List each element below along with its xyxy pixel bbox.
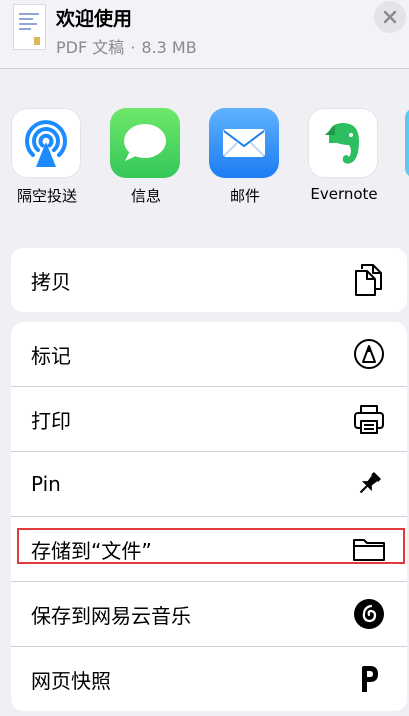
action-group-copy: 拷贝 — [11, 248, 407, 312]
pinterest-p-icon — [351, 661, 387, 697]
file-type: PDF 文稿 — [56, 38, 125, 57]
printer-icon — [351, 401, 387, 437]
close-button[interactable] — [374, 1, 406, 33]
action-pin[interactable]: Pin — [11, 451, 407, 516]
action-web-snapshot[interactable]: 网页快照 — [11, 646, 407, 711]
folder-icon — [351, 531, 387, 567]
app-messages[interactable]: 信息 — [110, 108, 182, 206]
pin-icon — [351, 466, 387, 502]
action-markup[interactable]: 标记 — [11, 322, 407, 386]
action-save-to-netease-music[interactable]: 保存到网易云音乐 — [11, 581, 407, 646]
action-label: Pin — [31, 472, 61, 496]
header-divider — [0, 68, 409, 69]
action-group-main: 标记 打印 Pin 存储到“文件” 保存到网易云音乐 网页快照 — [11, 322, 407, 711]
document-thumbnail — [13, 4, 46, 50]
action-label: 网页快照 — [31, 668, 111, 693]
action-copy[interactable]: 拷贝 — [11, 248, 407, 312]
app-evernote[interactable]: Evernote — [308, 108, 380, 203]
markup-icon — [351, 336, 387, 372]
document-subtitle: PDF 文稿 · 8.3 MB — [56, 34, 197, 58]
action-label: 保存到网易云音乐 — [31, 603, 191, 628]
separator-dot: · — [130, 38, 136, 57]
app-label: Evernote — [310, 185, 378, 203]
app-next-peek[interactable] — [405, 108, 409, 178]
evernote-icon — [308, 108, 378, 178]
messages-icon — [110, 108, 180, 178]
action-label: 拷贝 — [31, 269, 71, 294]
close-icon — [383, 10, 397, 24]
airdrop-icon — [11, 108, 81, 178]
mail-icon — [209, 108, 279, 178]
action-label: 标记 — [31, 343, 71, 368]
file-size: 8.3 MB — [141, 38, 197, 57]
action-label: 存储到“文件” — [31, 538, 152, 563]
action-print[interactable]: 打印 — [11, 386, 407, 451]
app-label: 邮件 — [229, 187, 260, 205]
document-title: 欢迎使用 — [56, 8, 133, 30]
action-save-to-files[interactable]: 存储到“文件” — [11, 516, 407, 581]
app-label: 信息 — [130, 187, 161, 205]
app-label: 隔空投送 — [16, 187, 77, 205]
share-sheet-header: 欢迎使用 PDF 文稿 · 8.3 MB — [0, 0, 409, 68]
app-airdrop[interactable]: 隔空投送 — [11, 108, 83, 206]
copy-icon — [351, 262, 387, 298]
action-label: 打印 — [31, 408, 71, 433]
app-mail[interactable]: 邮件 — [209, 108, 281, 206]
netease-music-icon — [351, 596, 387, 632]
